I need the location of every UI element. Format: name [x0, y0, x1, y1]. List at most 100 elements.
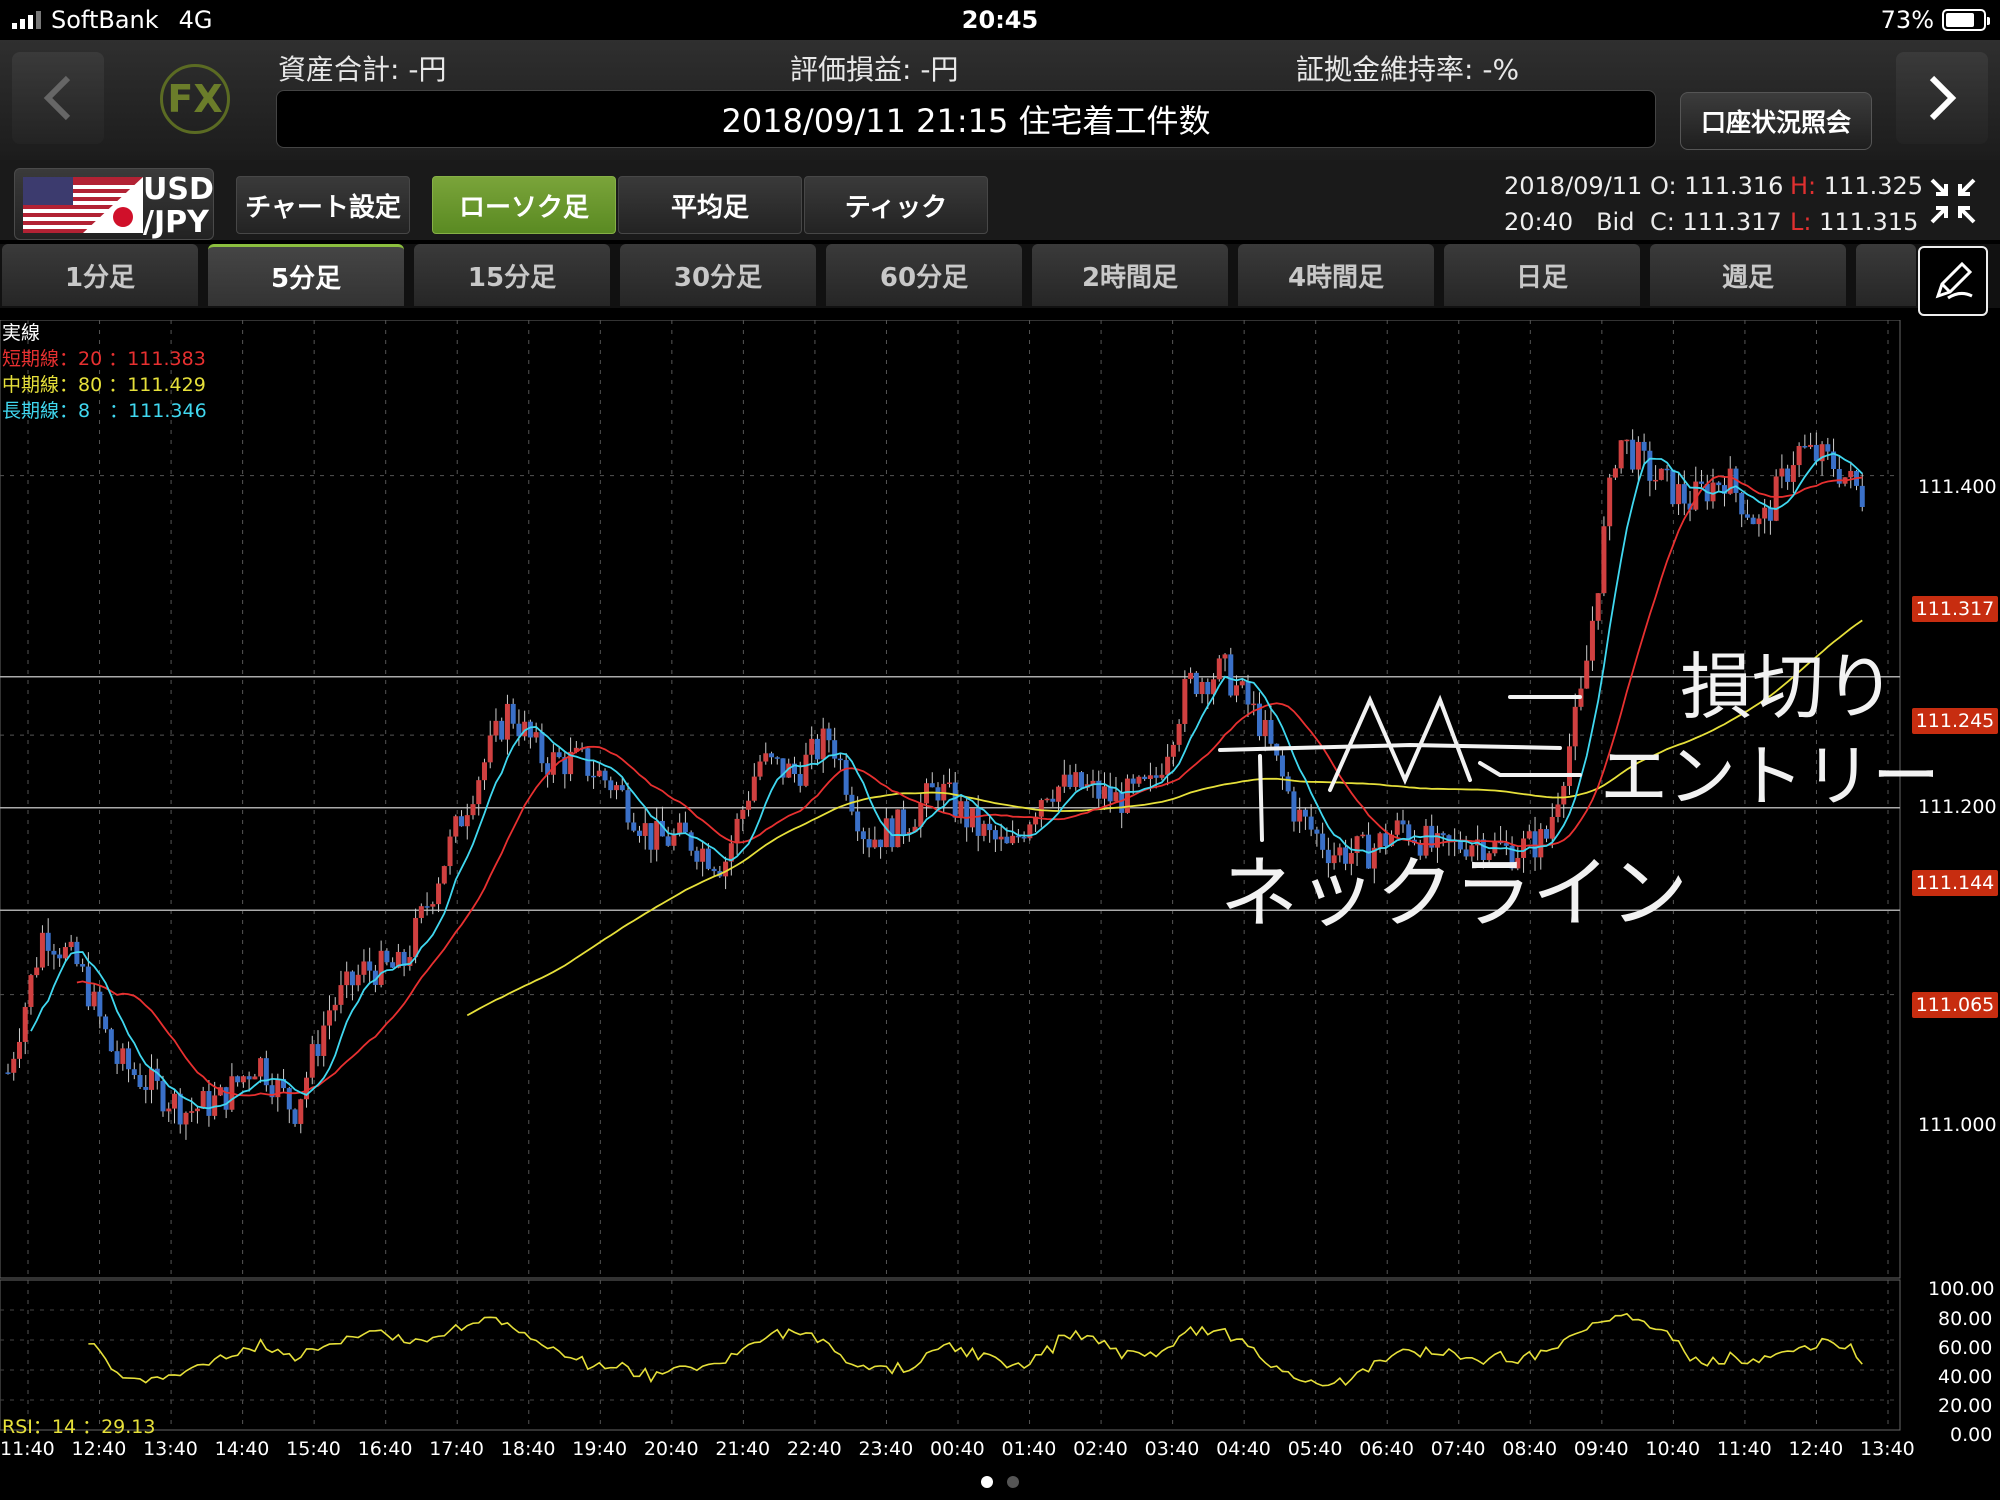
candle-body — [240, 1076, 246, 1083]
candle-body — [80, 964, 86, 967]
timeframe-daily[interactable]: 日足 — [1444, 244, 1640, 306]
candle-body — [476, 780, 482, 805]
candle-body — [1400, 820, 1406, 825]
x-tick-label: 20:40 — [643, 1438, 699, 1460]
candle-body — [1658, 468, 1664, 480]
candle-body — [1239, 681, 1245, 686]
chart-settings-button[interactable]: チャート設定 — [236, 176, 410, 234]
candle-body — [694, 850, 700, 862]
price-chart[interactable]: 損切りエントリーネックライン — [0, 320, 2000, 1465]
candle-body — [929, 783, 935, 788]
candle-body — [1165, 756, 1171, 775]
candle-body — [1773, 476, 1779, 521]
candle-body — [809, 738, 815, 755]
candle-body — [62, 947, 68, 959]
rsi-tick: 20.00 — [1938, 1395, 1993, 1417]
candle-body — [843, 760, 849, 795]
draw-tool-button[interactable] — [1918, 246, 1988, 316]
x-tick-label: 04:40 — [1216, 1438, 1271, 1460]
candle-body — [349, 971, 355, 986]
candle-body — [418, 906, 424, 918]
timeframe-60m[interactable]: 60分足 — [826, 244, 1022, 306]
candle-body — [1739, 492, 1745, 515]
timeframe-30m[interactable]: 30分足 — [620, 244, 816, 306]
candle-body — [103, 1016, 109, 1030]
collapse-button[interactable] — [1918, 166, 1988, 236]
candle-body — [619, 785, 625, 791]
x-tick-label: 03:40 — [1144, 1438, 1200, 1460]
candle-body — [1193, 672, 1199, 695]
timeframe-weekly[interactable]: 週足 — [1650, 244, 1846, 306]
timeframe-4h[interactable]: 4時間足 — [1238, 244, 1434, 306]
rsi-tick: 0.00 — [1950, 1424, 1993, 1446]
tab-tick[interactable]: ティック — [804, 176, 988, 234]
candle-body — [384, 950, 390, 963]
account-status-button[interactable]: 口座状況照会 — [1680, 92, 1872, 150]
candle-body — [1245, 681, 1251, 705]
tab-heikin-ashi[interactable]: 平均足 — [618, 176, 802, 234]
ohlc-open-close: O: 111.316 C: 111.317 — [1650, 172, 1784, 236]
status-bar: SoftBank 4G 20:45 73% — [0, 0, 2000, 40]
candle-body — [171, 1093, 177, 1109]
candle-body — [855, 811, 861, 832]
back-button[interactable] — [12, 52, 104, 144]
candle-body — [1101, 786, 1107, 799]
candle-body — [826, 728, 832, 741]
candle-body — [769, 753, 775, 758]
candle-body — [1113, 792, 1119, 802]
candle-body — [292, 1109, 298, 1124]
candle-body — [321, 1025, 327, 1056]
x-tick-label: 18:40 — [500, 1438, 556, 1460]
candle-body — [1067, 774, 1073, 787]
candle-body — [1199, 681, 1205, 695]
candle-body — [464, 815, 470, 827]
candle-body — [711, 868, 717, 872]
timeframe-2h[interactable]: 2時間足 — [1032, 244, 1228, 306]
tab-candlestick[interactable]: ローソク足 — [432, 176, 616, 234]
news-ticker[interactable]: 2018/09/11 21:15 住宅着工件数 — [276, 90, 1656, 148]
timeframe-more[interactable] — [1856, 244, 1916, 306]
candle-body — [878, 839, 884, 848]
candle-body — [1044, 798, 1050, 801]
candle-body — [504, 703, 510, 740]
candle-body — [97, 991, 103, 1017]
candle-body — [1222, 654, 1228, 659]
candle-body — [1142, 776, 1148, 780]
candle-body — [1589, 620, 1595, 661]
candle-body — [22, 1006, 28, 1042]
x-tick-label: 21:40 — [715, 1438, 771, 1460]
forward-button[interactable] — [1896, 52, 1988, 144]
rsi-tick: 40.00 — [1938, 1366, 1993, 1388]
timeframe-15m[interactable]: 15分足 — [414, 244, 610, 306]
price-tag: 111.317 — [1912, 596, 1998, 622]
candle-body — [556, 752, 562, 758]
candle-body — [1056, 786, 1062, 802]
candle-body — [189, 1111, 195, 1113]
candle-body — [85, 966, 91, 1007]
currency-pair-selector[interactable]: USD/JPY — [14, 168, 214, 240]
candle-body — [723, 861, 729, 877]
candle-body — [631, 822, 637, 831]
x-tick-label: 15:40 — [286, 1438, 341, 1460]
candle-body — [57, 954, 63, 959]
candle-body — [1676, 484, 1682, 505]
candle-body — [1555, 804, 1561, 817]
timeframe-5m[interactable]: 5分足 — [208, 244, 404, 306]
candle-body — [1526, 831, 1532, 839]
x-tick-label: 19:40 — [572, 1438, 628, 1460]
candle-body — [166, 1108, 172, 1112]
candle-body — [1762, 507, 1768, 519]
candle-body — [436, 883, 442, 905]
candle-body — [992, 830, 998, 840]
page-dot[interactable] — [1007, 1476, 1019, 1488]
x-tick-label: 17:40 — [429, 1438, 484, 1460]
candle-body — [252, 1076, 258, 1080]
x-tick-label: 02:40 — [1073, 1438, 1128, 1460]
candle-body — [493, 720, 499, 736]
candle-body — [1216, 658, 1222, 680]
page-dot-active[interactable] — [981, 1476, 993, 1488]
candle-body — [235, 1076, 241, 1083]
chart-area[interactable]: 損切り エントリー ネックライン 実線 短期線：20 ：111.383 中期線：80… — [0, 320, 2000, 1465]
candle-body — [286, 1088, 292, 1110]
timeframe-1m[interactable]: 1分足 — [2, 244, 198, 306]
